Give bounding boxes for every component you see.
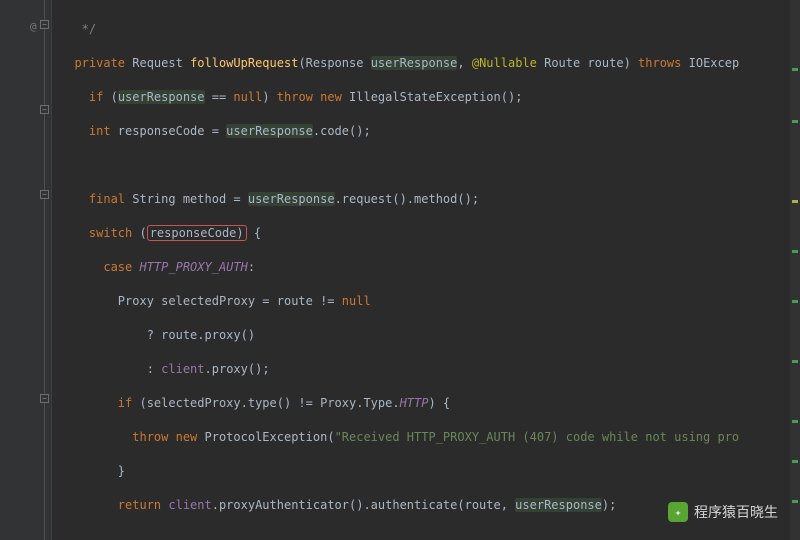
watermark: ✦ 程序猿百晓生	[668, 502, 778, 522]
fold-toggle-icon[interactable]: −	[40, 190, 49, 199]
wechat-icon: ✦	[668, 502, 688, 522]
fold-toggle-icon[interactable]: −	[40, 394, 49, 403]
code-editor[interactable]: @ − − − − */ private Request followUpReq…	[0, 0, 800, 540]
watermark-text: 程序猿百晓生	[694, 502, 778, 522]
fold-toggle-icon[interactable]: −	[40, 20, 49, 29]
fold-toggle-icon[interactable]: −	[40, 105, 49, 114]
error-stripe[interactable]	[790, 0, 800, 540]
code-area[interactable]: */ private Request followUpRequest(Respo…	[52, 0, 800, 540]
highlighted-token: responseCode)	[147, 225, 247, 241]
override-gutter-icon[interactable]: @	[30, 20, 37, 33]
gutter: @ − − − −	[0, 0, 52, 540]
